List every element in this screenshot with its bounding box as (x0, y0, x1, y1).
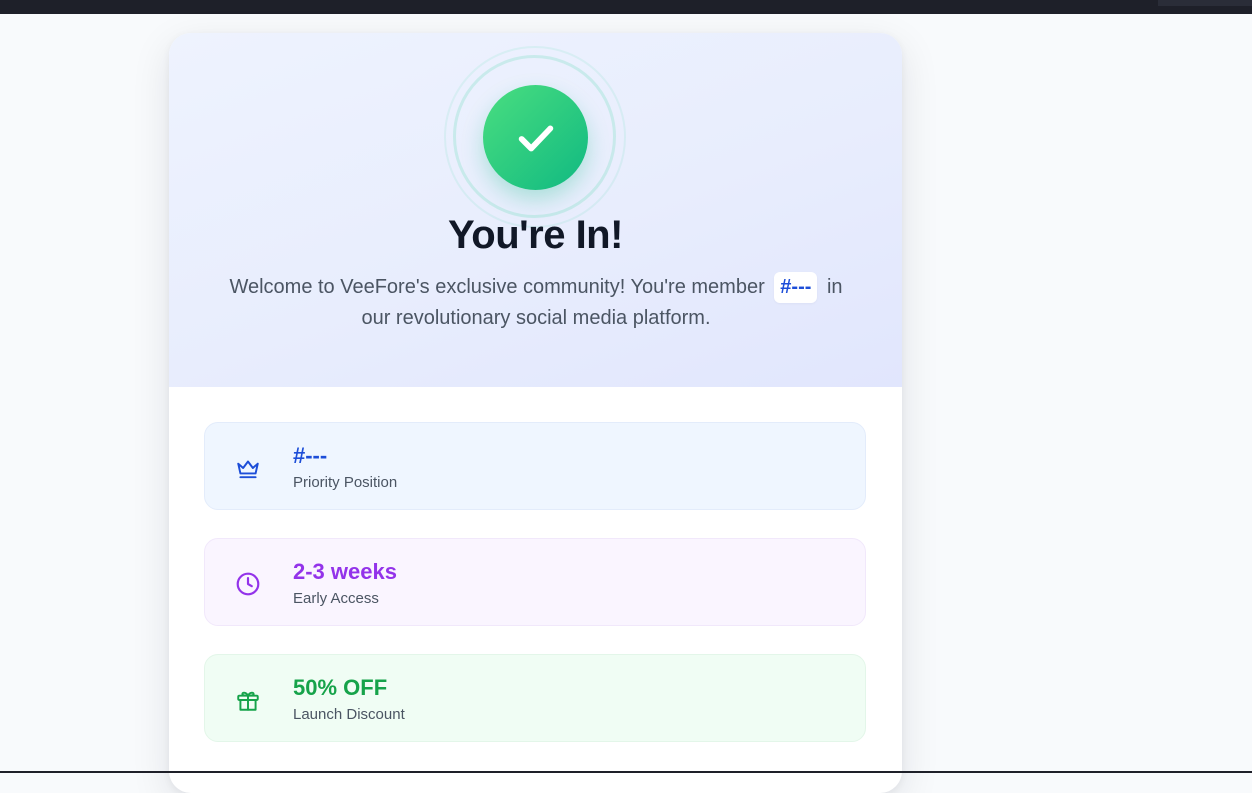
perk-value: #--- (293, 443, 328, 468)
welcome-message: Welcome to VeeFore's exclusive community… (221, 272, 851, 334)
browser-tab-edge (1158, 0, 1252, 6)
success-hero: You're In! Welcome to VeeFore's exclusiv… (169, 33, 902, 387)
perk-label: Launch Discount (293, 706, 405, 723)
perk-label: Early Access (293, 590, 379, 607)
browser-top-bar (0, 0, 1252, 14)
perk-priority-position: #--- Priority Position (204, 422, 866, 510)
page-title: You're In! (448, 213, 623, 257)
perk-launch-discount: 50% OFF Launch Discount (204, 654, 866, 742)
perk-early-access: 2-3 weeks Early Access (204, 538, 866, 626)
checkmark-icon (518, 125, 553, 151)
clock-icon (236, 572, 260, 596)
crown-icon (237, 460, 259, 479)
member-number-badge: #--- (774, 272, 818, 303)
welcome-text: Welcome to VeeFore's exclusive community… (229, 276, 765, 298)
perk-value: 2-3 weeks (293, 559, 397, 584)
perk-label: Priority Position (293, 474, 398, 491)
gift-icon (237, 691, 259, 711)
success-badge (444, 46, 626, 228)
success-circle (483, 85, 588, 190)
perk-value: 50% OFF (293, 675, 388, 700)
waitlist-success-card: You're In! Welcome to VeeFore's exclusiv… (169, 33, 902, 793)
